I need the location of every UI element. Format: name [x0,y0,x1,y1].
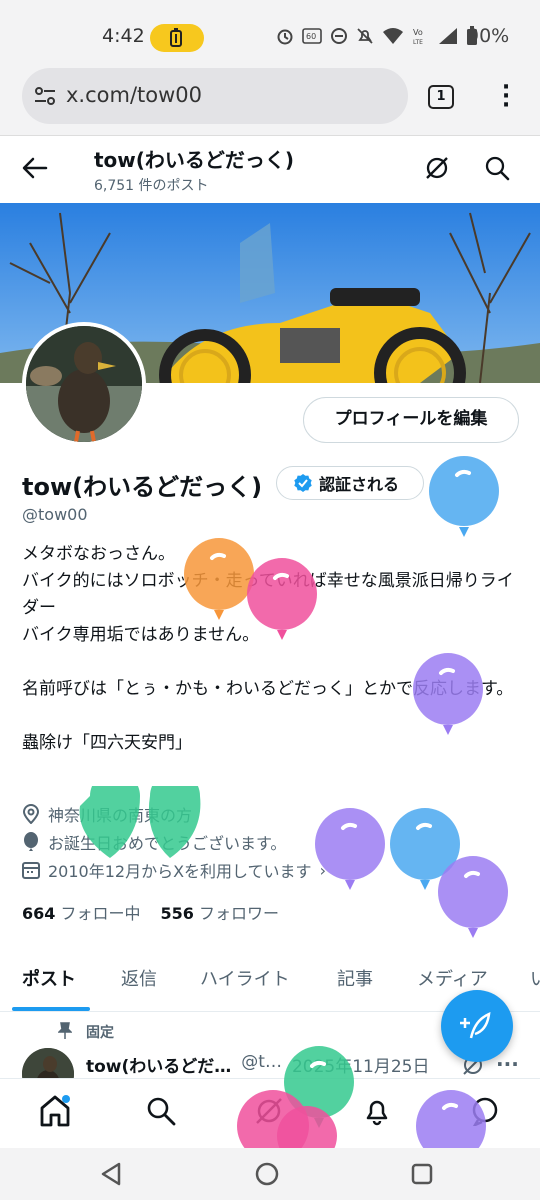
signal-icon [439,28,457,44]
clock: 4:42 [102,25,145,47]
browser-menu-button[interactable]: · · · [500,77,512,117]
tab-replies[interactable]: 返信 [121,950,157,1012]
followers-count: 556 [160,904,194,923]
60hz-icon: 60 [302,28,322,44]
post-handle: @t… [241,1052,282,1072]
balloon-decoration [247,558,317,640]
profile-handle: @tow00 [22,505,88,524]
pin-icon [58,1022,72,1039]
battery-saver-pill [150,24,204,52]
search-icon[interactable] [484,155,510,181]
tab-switcher-button[interactable]: 1 [428,85,454,109]
avatar[interactable] [22,322,146,446]
back-triangle-icon[interactable] [100,1162,122,1186]
battery-percent: 90% [467,25,510,47]
tab-likes[interactable]: い [530,950,540,1012]
get-verified-label: 認証される [319,475,400,494]
followers-link[interactable]: 556 フォロワー [161,900,280,924]
mute-icon [357,28,373,44]
verified-badge-icon [294,474,312,492]
following-label: フォロー中 [60,904,141,923]
status-icons: 60 Vo LTE [276,26,478,46]
pinned-label: 固定 [86,1025,114,1041]
following-link[interactable]: 664 フォロー中 [22,900,141,924]
explore-search-icon[interactable] [146,1096,176,1126]
recents-square-icon[interactable] [411,1163,433,1185]
back-arrow-icon[interactable] [22,156,48,180]
heart-balloon-decoration [79,786,201,858]
post-author[interactable]: tow(わいるどだ… [86,1052,231,1077]
edit-profile-button[interactable]: プロフィールを編集 [303,397,519,443]
profile-name: tow(わいるどだっく) [22,473,263,501]
url-text[interactable]: x.com/tow00 [66,83,202,107]
notifications-icon[interactable] [362,1096,392,1126]
get-verified-button[interactable]: 認証される [276,466,424,500]
follow-stats: 664 フォロー中 556 フォロワー [22,900,279,924]
dnd-icon [331,28,347,44]
site-settings-icon[interactable] [34,86,56,106]
balloon-icon [24,832,38,851]
home-circle-icon[interactable] [255,1162,279,1186]
duck-avatar-image [26,326,142,442]
followers-label: フォロワー [199,904,280,923]
compose-post-button[interactable] [441,990,513,1062]
balloon-decoration [429,456,499,537]
location-pin-icon [22,804,40,824]
svg-text:LTE: LTE [413,39,423,46]
calendar-icon [22,862,40,879]
balloon-decoration [438,856,508,938]
home-icon[interactable] [38,1094,72,1128]
balloon-decoration [413,653,483,735]
svg-text:60: 60 [306,32,316,41]
alarm-icon [277,29,293,45]
following-count: 664 [22,904,56,923]
wifi-icon [383,28,403,44]
svg-text:Vo: Vo [413,28,423,37]
balloon-decoration [237,1090,337,1148]
page-title: tow(わいるどだっく) [94,148,295,172]
active-tab-indicator [12,1007,90,1011]
balloon-decoration [315,808,385,890]
balloon-decoration [416,1090,486,1148]
grok-icon[interactable] [424,155,450,181]
post-header: tow(わいるどだ… @t… 2025年11月25日 [86,1052,429,1077]
tab-articles[interactable]: 記事 [337,950,373,1012]
volte-icon: Vo LTE [413,28,423,46]
post-count: 6,751 件のポスト [94,178,209,194]
balloon-decoration [184,538,254,620]
feather-plus-icon [460,1011,491,1039]
tab-highlights[interactable]: ハイライト [200,950,290,1012]
tab-posts[interactable]: ポスト [22,950,76,1012]
